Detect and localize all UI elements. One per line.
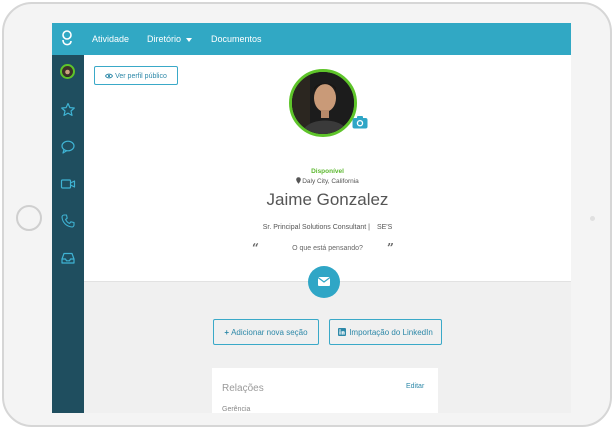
top-nav-bar: Atividade Diretório Documentos bbox=[52, 23, 571, 55]
add-section-button[interactable]: + Adicionar nova seção bbox=[213, 319, 319, 345]
add-section-label: Adicionar nova seção bbox=[231, 328, 308, 337]
job-title: Sr. Principal Solutions Consultant | bbox=[262, 224, 370, 231]
location-label: Daly City, California bbox=[302, 178, 359, 185]
nav-directory[interactable]: Diretório bbox=[147, 23, 193, 55]
availability-status: Disponível bbox=[311, 168, 344, 175]
close-quote-icon: ” bbox=[387, 241, 394, 255]
envelope-icon bbox=[317, 277, 331, 286]
tablet-frame: Atividade Diretório Documentos Ver perfi… bbox=[2, 2, 612, 427]
linkedin-icon bbox=[338, 328, 347, 336]
nav-activity[interactable]: Atividade bbox=[92, 23, 129, 55]
nav-documents[interactable]: Documentos bbox=[211, 23, 262, 55]
relations-title: Relações bbox=[222, 383, 264, 394]
inbox-icon[interactable] bbox=[60, 250, 76, 266]
user-avatar-icon bbox=[64, 69, 71, 77]
relations-edit-link[interactable]: Editar bbox=[406, 383, 424, 390]
status-thought-input[interactable]: O que está pensando? bbox=[84, 245, 571, 252]
sidebar-avatar[interactable] bbox=[60, 64, 75, 79]
nav-documents-label: Documentos bbox=[211, 34, 262, 44]
relations-card: Relações Editar Gerência bbox=[212, 368, 438, 413]
profile-photo-image bbox=[292, 72, 354, 134]
chevron-down-icon bbox=[186, 37, 193, 42]
location: Daly City, California bbox=[84, 177, 571, 185]
location-pin-icon bbox=[296, 177, 302, 184]
chat-icon[interactable] bbox=[60, 139, 76, 155]
profile-photo[interactable] bbox=[289, 69, 357, 137]
app-screen: Atividade Diretório Documentos Ver perfi… bbox=[52, 23, 571, 413]
company-name: SE'S bbox=[376, 224, 393, 231]
eye-icon bbox=[105, 73, 114, 79]
linkedin-import-button[interactable]: Importação do LinkedIn bbox=[329, 319, 442, 345]
video-icon[interactable] bbox=[60, 176, 76, 192]
send-message-button[interactable] bbox=[308, 266, 340, 298]
view-public-profile-button[interactable]: Ver perfil público bbox=[94, 66, 178, 85]
nav-directory-label: Diretório bbox=[147, 34, 182, 44]
left-sidebar bbox=[52, 55, 84, 413]
front-camera bbox=[590, 216, 595, 221]
star-icon[interactable] bbox=[60, 102, 76, 118]
profile-name: Jaime Gonzalez bbox=[266, 190, 389, 209]
relations-first-row: Gerência bbox=[222, 406, 251, 413]
home-button bbox=[16, 205, 42, 231]
main-content: Ver perfil público Disponível Daly City,… bbox=[84, 55, 571, 413]
camera-icon[interactable] bbox=[352, 115, 368, 129]
linkedin-import-label: Importação do LinkedIn bbox=[349, 328, 433, 337]
job-title-line: Sr. Principal Solutions Consultant | SE'… bbox=[84, 224, 571, 231]
app-logo-icon[interactable] bbox=[60, 29, 74, 49]
plus-icon: + bbox=[224, 328, 230, 337]
nav-activity-label: Atividade bbox=[92, 34, 130, 44]
profile-header: Ver perfil público Disponível Daly City,… bbox=[84, 55, 571, 281]
view-public-profile-label: Ver perfil público bbox=[115, 73, 167, 80]
phone-icon[interactable] bbox=[60, 213, 76, 229]
